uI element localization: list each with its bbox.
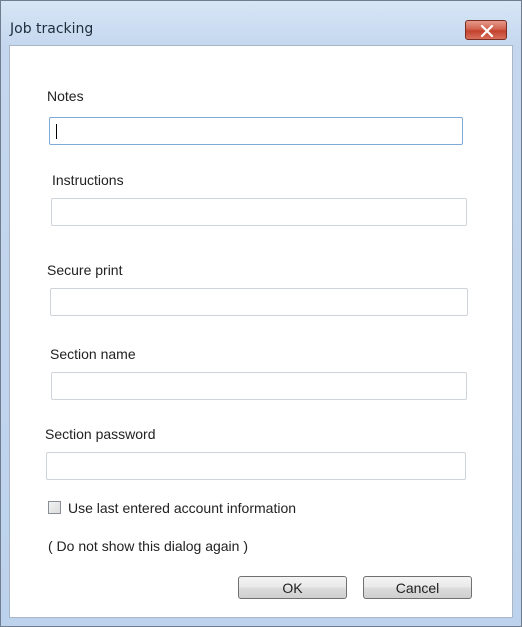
close-button[interactable] <box>465 20 507 40</box>
instructions-label: Instructions <box>52 172 124 188</box>
do-not-show-again-link[interactable]: ( Do not show this dialog again ) <box>48 538 248 554</box>
title-bar[interactable]: Job tracking <box>1 1 521 41</box>
section-password-input[interactable] <box>46 452 466 480</box>
section-name-input[interactable] <box>51 372 467 400</box>
text-caret <box>56 124 57 139</box>
secure-print-input[interactable] <box>50 288 468 316</box>
ok-button[interactable]: OK <box>238 576 347 599</box>
use-last-account-checkbox[interactable] <box>48 501 61 514</box>
dialog-body: Notes Instructions Secure print Section … <box>9 45 513 618</box>
secure-print-label: Secure print <box>47 262 123 278</box>
notes-input[interactable] <box>49 117 463 145</box>
notes-label: Notes <box>47 88 84 104</box>
section-password-label: Section password <box>45 426 156 442</box>
instructions-input[interactable] <box>51 198 467 226</box>
close-icon <box>480 25 494 37</box>
window-title: Job tracking <box>10 21 94 37</box>
use-last-account-label[interactable]: Use last entered account information <box>68 500 296 516</box>
section-name-label: Section name <box>50 346 136 362</box>
job-tracking-dialog: Job tracking Notes Instructions Secure p… <box>0 0 522 627</box>
cancel-button[interactable]: Cancel <box>363 576 472 599</box>
